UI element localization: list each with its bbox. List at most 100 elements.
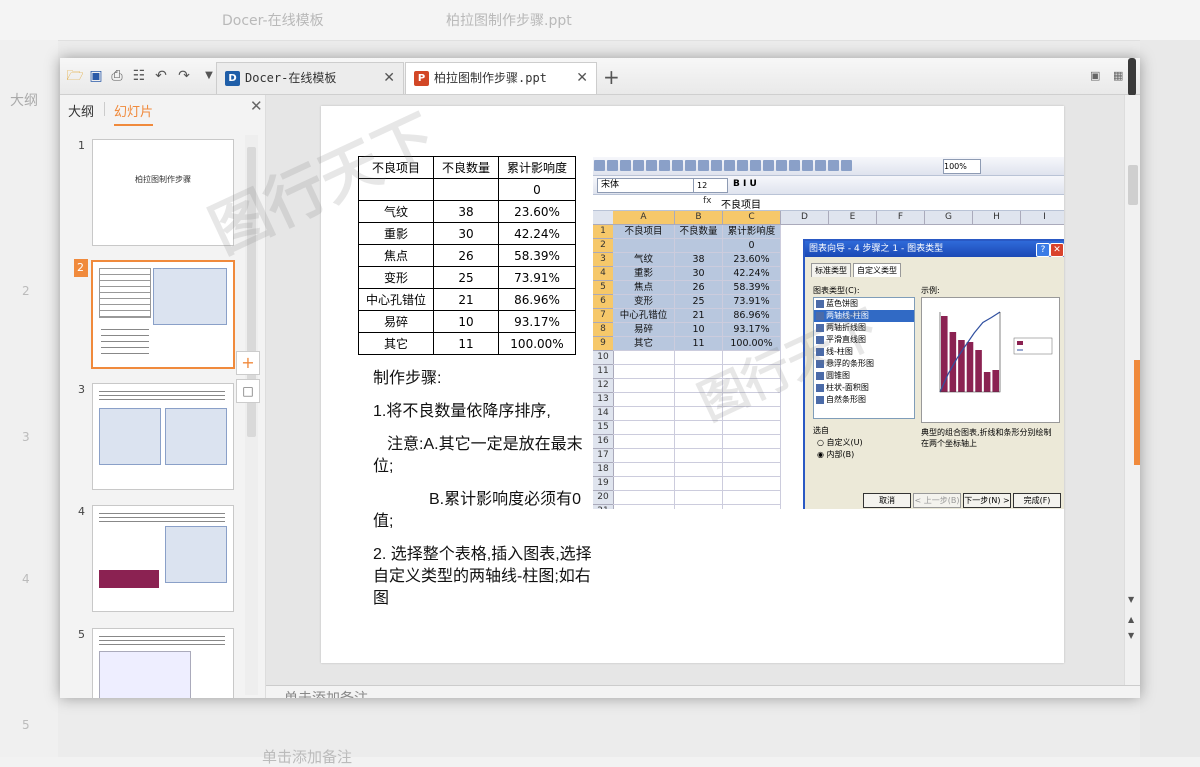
excel-cell: 11 xyxy=(675,337,723,351)
redo-icon[interactable]: ↷ xyxy=(175,67,193,85)
background-tab-ppt: 柏拉图制作步骤.ppt xyxy=(446,13,572,29)
tab-outline[interactable]: 大纲 xyxy=(68,101,94,120)
excel-cell xyxy=(675,449,723,463)
close-icon[interactable]: ✕ xyxy=(250,97,263,115)
bold-icon: B I U xyxy=(733,179,757,189)
excel-cell xyxy=(723,491,781,505)
mini-screenshot xyxy=(165,526,227,583)
excel-screenshot: 100% 宋体 12 B I U fx 不良项目 A B C D E F G H I 1 不良项目不… xyxy=(593,157,1064,509)
slide-thumbnail-5[interactable] xyxy=(92,628,234,698)
dialog-tab-custom: 自定义类型 xyxy=(853,263,901,277)
table-row: 中心孔错位 21 86.96% xyxy=(358,288,576,311)
excel-cell xyxy=(723,393,781,407)
mini-chart xyxy=(99,528,159,588)
notes-pane[interactable]: 单击添加备注 xyxy=(266,685,1140,698)
chart-type-item: 两轴折线图 xyxy=(814,322,914,334)
excel-row-header: 7 xyxy=(593,309,614,323)
steps-heading: 制作步骤: xyxy=(373,370,442,387)
toolbar-button-icon xyxy=(659,160,670,171)
excel-cell xyxy=(613,239,675,253)
tile-icon[interactable]: ▦ xyxy=(1113,70,1125,82)
slide-thumbnail-3[interactable] xyxy=(92,383,234,490)
excel-cell: 23.60% xyxy=(723,253,781,267)
table-cell: 10 xyxy=(433,310,499,333)
excel-row-header: 13 xyxy=(593,393,614,407)
close-icon[interactable]: ✕ xyxy=(576,63,588,94)
mini-screenshot xyxy=(99,408,161,465)
slide-thumbnails: 1 柏拉图制作步骤 2 3 4 5 xyxy=(60,135,265,698)
excel-cell: 中心孔错位 xyxy=(613,309,675,323)
tab-docer[interactable]: D Docer-在线模板 ✕ xyxy=(216,62,404,94)
print-preview-icon[interactable]: ☷ xyxy=(130,67,148,85)
printer-icon[interactable]: ⎙ xyxy=(108,67,126,85)
excel-cell: 73.91% xyxy=(723,295,781,309)
excel-cell xyxy=(723,421,781,435)
toolbar-button-icon xyxy=(815,160,826,171)
toolbar-button-icon xyxy=(672,160,683,171)
excel-row-header: 16 xyxy=(593,435,614,449)
undo-icon[interactable]: ↶ xyxy=(152,67,170,85)
excel-cell xyxy=(675,421,723,435)
chart-type-item: 线-柱图 xyxy=(814,346,914,358)
slide-thumbnail-4[interactable] xyxy=(92,505,234,612)
table-cell: 93.17% xyxy=(498,310,576,333)
table-cell: 11 xyxy=(433,332,499,355)
table-cell: 38 xyxy=(433,200,499,223)
close-icon[interactable]: ✕ xyxy=(383,63,395,94)
previous-page-icon[interactable]: ▲ xyxy=(1128,615,1134,624)
excel-cell xyxy=(675,477,723,491)
excel-cell xyxy=(675,491,723,505)
dialog-title: 图表向导 - 4 步骤之 1 - 图表类型 xyxy=(809,244,944,254)
mini-table xyxy=(99,268,151,318)
table-cell: 25 xyxy=(433,266,499,289)
background-slide-number: 4 xyxy=(22,572,30,586)
chart-type-label: 柱状-面积图 xyxy=(826,383,869,392)
slide1-title: 柏拉图制作步骤 xyxy=(135,175,191,184)
toolbar-button-icon xyxy=(685,160,696,171)
excel-column-header: C xyxy=(723,211,781,225)
excel-cell: 变形 xyxy=(613,295,675,309)
step-note-a: 注意:A.其它一定是放在最末位; xyxy=(373,436,583,475)
tab-slides[interactable]: 幻灯片 xyxy=(114,101,154,126)
chart-wizard-dialog: 图表向导 - 4 步骤之 1 - 图表类型 ? ✕ 标准类型 自定义类型 图表类… xyxy=(803,239,1064,509)
new-tab-button[interactable]: + xyxy=(603,62,620,93)
chart-type-label: 蓝色饼图 xyxy=(826,299,858,308)
table-cell: 86.96% xyxy=(498,288,576,311)
save-icon[interactable]: ▣ xyxy=(87,67,105,85)
slide-thumbnail-1[interactable]: 柏拉图制作步骤 xyxy=(92,139,234,246)
table-row: 焦点 26 58.39% xyxy=(358,244,576,267)
dialog-finish-button: 完成(F) xyxy=(1013,493,1061,508)
next-page-icon[interactable]: ▼ xyxy=(1128,631,1134,640)
slide-canvas[interactable]: 不良项目 不良数量 累计影响度 0 气纹 38 23.60% 重影 30 42.24% … xyxy=(200,102,1064,663)
table-header: 不良项目 xyxy=(358,156,434,179)
add-slide-icon[interactable]: + xyxy=(236,351,260,375)
toolbar-button-icon xyxy=(776,160,787,171)
tab-ppt[interactable]: P 柏拉图制作步骤.ppt ✕ xyxy=(405,62,597,94)
excel-row-header: 9 xyxy=(593,337,614,351)
step-2: 2. 选择整个表格,插入图表,选择自定义类型的两轴线-柱图;如右图 xyxy=(373,546,592,607)
chart-description: 典型的组合图表,折线和条形分别绘制在两个坐标轴上 xyxy=(921,428,1052,448)
mini-text xyxy=(99,633,225,645)
chart-type-item: 柱状-面积图 xyxy=(814,382,914,394)
excel-cell xyxy=(613,449,675,463)
notes-placeholder: 单击添加备注 xyxy=(284,688,368,698)
excel-cell xyxy=(723,365,781,379)
toolbar-button-icon xyxy=(607,160,618,171)
editor-scrollbar-thumb[interactable] xyxy=(1128,165,1138,205)
scroll-down-icon[interactable]: ▼ xyxy=(1128,595,1134,604)
folder-icon[interactable]: 🗁 xyxy=(66,67,84,85)
excel-row-header: 14 xyxy=(593,407,614,421)
chart-sample xyxy=(921,297,1060,423)
new-slide-layout-icon[interactable]: □ xyxy=(236,379,260,403)
excel-row-header: 21 xyxy=(593,505,614,509)
mini-screenshot xyxy=(153,268,227,325)
table-row: 气纹 38 23.60% xyxy=(358,200,576,223)
excel-formula-content: 不良项目 xyxy=(721,200,761,211)
mini-text xyxy=(99,388,225,402)
table-header: 不良数量 xyxy=(433,156,499,179)
sidebar-scrollbar[interactable] xyxy=(245,135,258,695)
restore-icon[interactable]: ▣ xyxy=(1090,70,1102,82)
toolbar-button-icon xyxy=(633,160,644,171)
slide-thumbnail-2[interactable] xyxy=(91,260,235,369)
task-pane-toggle[interactable] xyxy=(1134,360,1140,465)
